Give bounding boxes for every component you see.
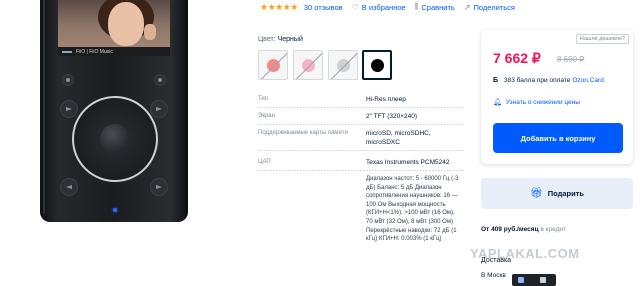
compare-button[interactable]: ⫼ Сравнить bbox=[415, 2, 455, 12]
screen-status-bar bbox=[58, 47, 170, 56]
share-icon: ↗ bbox=[463, 2, 471, 12]
player-screen: FiiO | FiiO Music bbox=[58, 0, 170, 56]
delivery-city[interactable]: В Москв bbox=[481, 272, 506, 279]
overlay-media-thumbnail[interactable] bbox=[512, 274, 556, 286]
color-value: Черный bbox=[277, 36, 303, 43]
current-price: 7 662 ₽ bbox=[493, 50, 541, 66]
spec-divider bbox=[258, 107, 464, 108]
spec-key-dac: ЦАП bbox=[258, 159, 271, 165]
delivery-title: Доставка bbox=[481, 257, 512, 264]
player-scroll-wheel bbox=[72, 96, 158, 182]
player-button-top-right bbox=[150, 100, 168, 118]
spec-key-type: Тип bbox=[258, 96, 269, 102]
spec-divider bbox=[258, 150, 464, 151]
credit-offer[interactable]: От 409 руб./месяц в кредит bbox=[481, 226, 566, 233]
spec-value-type: Hi-Res плеер bbox=[366, 96, 406, 103]
add-to-cart-button[interactable]: Добавить в корзину bbox=[493, 123, 623, 153]
old-price: 8 690 ₽ bbox=[557, 55, 585, 64]
player-wheel-center bbox=[100, 124, 130, 154]
player-back-button bbox=[154, 74, 166, 86]
reviews-link[interactable]: 30 отзывов bbox=[304, 3, 343, 12]
screen-face-image bbox=[108, 2, 144, 46]
screen-progress bbox=[62, 51, 72, 53]
favorite-button[interactable]: ♡ В избранное bbox=[352, 3, 406, 12]
color-dot bbox=[371, 59, 384, 72]
color-swatch-pink[interactable] bbox=[293, 50, 323, 80]
bell-icon: 🔔︎ bbox=[493, 99, 502, 106]
screen-caption: FiiO | FiiO Music bbox=[76, 49, 113, 55]
color-swatch-silver[interactable] bbox=[328, 50, 358, 80]
player-edge bbox=[43, 0, 45, 214]
unavailable-slash bbox=[295, 51, 322, 79]
rating-stars: ★★★★★ bbox=[260, 1, 298, 12]
player-menu-button bbox=[62, 74, 74, 86]
spec-divider bbox=[258, 170, 464, 171]
spec-value-dac: Texas Instruments PCM5242 bbox=[366, 159, 450, 166]
product-image-player[interactable]: FiiO | FiiO Music bbox=[40, 0, 188, 222]
color-swatch-red[interactable] bbox=[258, 50, 288, 80]
spec-key-screen: Экран bbox=[258, 113, 275, 119]
gift-icon: 🎁︎ bbox=[530, 188, 543, 199]
player-top-controls bbox=[62, 74, 166, 86]
price-drop-notify-link[interactable]: 🔔︎ Узнать о снижении цены bbox=[493, 98, 580, 107]
unavailable-slash bbox=[330, 51, 357, 79]
gift-button[interactable]: 🎁︎ Подарить bbox=[481, 178, 633, 209]
color-label: Цвет: Черный bbox=[258, 36, 303, 43]
player-prev-button bbox=[60, 178, 78, 196]
color-swatch-black[interactable] bbox=[362, 50, 392, 80]
player-button-top-left bbox=[60, 100, 78, 118]
player-next-button bbox=[150, 178, 168, 196]
found-cheaper-link[interactable]: Нашли дешевле? bbox=[575, 34, 629, 44]
unavailable-slash bbox=[260, 51, 287, 79]
compare-icon: ⫼ bbox=[414, 2, 419, 11]
spec-value-cards: microSD, microSDHC, microSDXC bbox=[366, 130, 431, 146]
ozon-card-link[interactable]: Ozon.Card bbox=[572, 77, 603, 84]
player-led bbox=[113, 208, 117, 212]
spec-divider bbox=[258, 124, 464, 125]
credit-amount: 409 руб./месяц bbox=[491, 226, 539, 233]
spec-key-cards: Поддерживаемые карты памяти bbox=[258, 130, 348, 136]
share-button[interactable]: ↗ Поделиться bbox=[464, 3, 515, 12]
spec-value-audio-details: Диапазон частот: 5 - 60000 Гц (-3 дБ) Ба… bbox=[366, 176, 459, 243]
price-card: Нашли дешевле? 7 662 ₽ 8 690 ₽ Б 383 бал… bbox=[481, 30, 633, 164]
bonus-icon: Б bbox=[493, 77, 499, 84]
bonus-info: Б 383 балла при оплате Ozon.Card bbox=[493, 77, 604, 84]
heart-icon: ♡ bbox=[351, 2, 359, 12]
rating-row: ★★★★★ 30 отзывов ♡ В избранное ⫼ Сравнить … bbox=[260, 1, 524, 13]
spec-value-screen: 2" TFT (320×240) bbox=[366, 113, 418, 120]
